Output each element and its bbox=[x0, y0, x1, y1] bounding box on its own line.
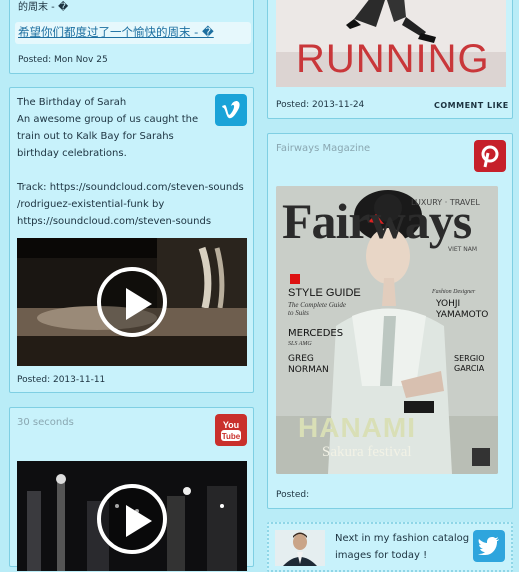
post-card-running: RUNNING Posted: 2013-11-24 COMMENT LIKE bbox=[267, 0, 513, 119]
track-line: /rodriguez-existential-funk by bbox=[17, 199, 165, 210]
post-date: Posted: 2013-11-24 bbox=[276, 100, 365, 110]
cover-style-guide: STYLE GUIDE bbox=[288, 287, 361, 299]
post-date: Posted: bbox=[276, 490, 310, 500]
svg-text:You: You bbox=[223, 420, 239, 430]
tweet-line: Next in my fashion catalog bbox=[335, 533, 470, 544]
post-title: Fairways Magazine bbox=[276, 143, 371, 154]
post-card-youtube: You Tube 30 seconds bbox=[9, 407, 254, 571]
cover-mercedes: MERCEDES bbox=[288, 328, 344, 339]
cover-hanami: HANAMI bbox=[298, 412, 416, 443]
cover-sergio: SERGIO GARCIA bbox=[454, 354, 485, 373]
like-button[interactable]: LIKE bbox=[487, 101, 509, 110]
avatar bbox=[275, 530, 325, 566]
cover-greg: GREG NORMAN bbox=[288, 354, 329, 375]
youtube-video-thumbnail[interactable] bbox=[17, 461, 247, 571]
post-title: 30 seconds bbox=[17, 417, 74, 428]
cover-designer-name: YOHJI YAMAMOTO bbox=[436, 299, 489, 320]
cover-style-sub: The Complete Guide to Suits bbox=[288, 301, 346, 317]
running-image[interactable]: RUNNING bbox=[276, 0, 506, 87]
post-title: The Birthday of Sarah bbox=[17, 97, 127, 108]
post-card-twitter: Next in my fashion catalog images for to… bbox=[267, 522, 513, 572]
post-partial-title: 的周末 - � bbox=[18, 2, 69, 13]
track-line: Track: https://soundcloud.com/steven-sou… bbox=[17, 182, 244, 193]
cover-mercedes-sub: SLS AMG bbox=[288, 341, 312, 347]
twitter-icon[interactable] bbox=[473, 530, 505, 562]
svg-text:Tube: Tube bbox=[222, 432, 241, 441]
post-date: Posted: 2013-11-11 bbox=[17, 375, 106, 385]
post-card-weekend: 的周末 - � 希望你们都度过了一个愉快的周末 - � Posted: Mon … bbox=[9, 0, 254, 74]
track-line: https://soundcloud.com/steven-sounds bbox=[17, 216, 212, 227]
vimeo-video-thumbnail[interactable] bbox=[17, 238, 247, 366]
magazine-cover[interactable]: Fairways LUXURY · TRAVEL VIET NAM STYLE … bbox=[276, 186, 498, 474]
cover-tagline: LUXURY · TRAVEL bbox=[411, 198, 480, 207]
cover-festival: Sakura festival bbox=[322, 444, 412, 460]
post-card-magazine: Fairways Magazine Fairways LUXURY · TRAV… bbox=[267, 133, 513, 509]
post-date: Posted: Mon Nov 25 bbox=[18, 55, 108, 65]
tweet-line: images for today ! bbox=[335, 550, 428, 561]
pinterest-icon[interactable] bbox=[474, 140, 506, 172]
running-image-text: RUNNING bbox=[296, 37, 490, 81]
weekend-link[interactable]: 希望你们都度过了一个愉快的周末 - � bbox=[15, 22, 251, 44]
cover-designer-label: Fashion Designer bbox=[432, 289, 476, 295]
post-body-line: train out to Kalk Bay for Sarahs bbox=[17, 131, 174, 142]
post-card-vimeo: The Birthday of Sarah An awesome group o… bbox=[9, 87, 254, 393]
comment-button[interactable]: COMMENT bbox=[434, 101, 484, 110]
play-button[interactable] bbox=[97, 267, 167, 337]
cover-region: VIET NAM bbox=[448, 246, 478, 253]
weekend-link-text[interactable]: 希望你们都度过了一个愉快的周末 - � bbox=[18, 24, 214, 40]
post-body-line: An awesome group of us caught the bbox=[17, 114, 199, 125]
post-body-line: birthday celebrations. bbox=[17, 148, 127, 159]
play-button[interactable] bbox=[97, 484, 167, 554]
youtube-icon[interactable]: You Tube bbox=[215, 414, 247, 446]
vimeo-icon[interactable] bbox=[215, 94, 247, 126]
